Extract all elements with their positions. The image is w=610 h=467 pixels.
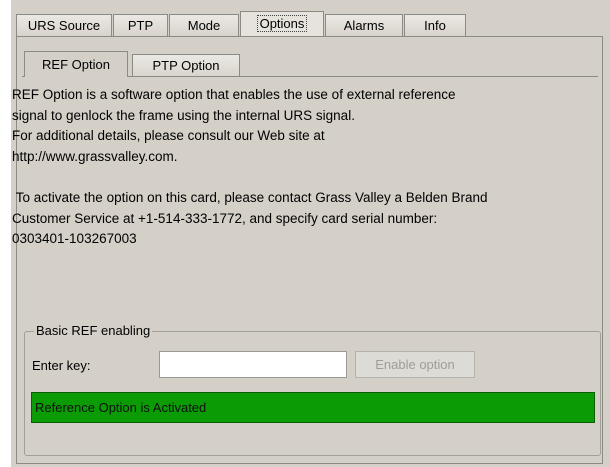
activation-status-bar: Reference Option is Activated [31, 392, 595, 423]
key-input[interactable] [159, 351, 347, 378]
tab-alarms[interactable]: Alarms [325, 14, 403, 36]
options-window: URS Source PTP Mode Options Alarms Info … [11, 0, 610, 467]
tab-ptp[interactable]: PTP [113, 14, 168, 36]
group-title: Basic REF enabling [34, 323, 153, 339]
tab-options[interactable]: Options [240, 11, 324, 36]
option-description: REF Option is a software option that ena… [12, 87, 488, 247]
enable-option-button[interactable]: Enable option [355, 351, 475, 378]
basic-ref-enabling-group: Basic REF enabling Enter key: Enable opt… [24, 323, 601, 456]
enter-key-label: Enter key: [32, 358, 91, 373]
tab-urs-source[interactable]: URS Source [16, 14, 112, 36]
tab-mode[interactable]: Mode [169, 14, 239, 36]
tab-ref-option[interactable]: REF Option [24, 51, 128, 77]
tab-ptp-option[interactable]: PTP Option [132, 54, 240, 77]
tab-info[interactable]: Info [404, 14, 466, 36]
